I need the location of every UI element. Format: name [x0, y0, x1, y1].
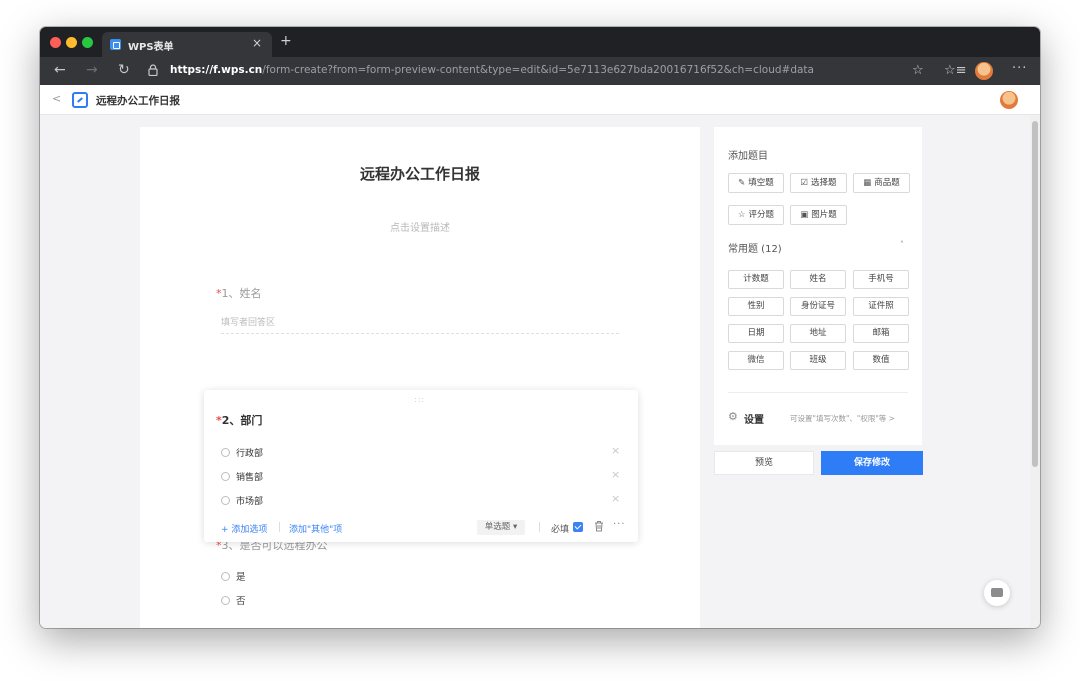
choice-button[interactable]: ☑ 选择题: [790, 173, 847, 193]
common-item-address[interactable]: 地址: [790, 324, 846, 343]
bookmark-star-icon[interactable]: ☆: [912, 63, 924, 78]
common-questions-heading[interactable]: 常用题 (12): [728, 240, 782, 255]
forward-arrow-icon[interactable]: →: [86, 62, 98, 78]
user-avatar[interactable]: [1000, 91, 1018, 109]
option-marketing[interactable]: 市场部: [221, 494, 263, 507]
remove-option-icon[interactable]: ×: [611, 492, 620, 505]
radio-icon: [221, 496, 230, 505]
radio-icon: [221, 472, 230, 481]
browser-menu-icon[interactable]: ···: [1012, 61, 1027, 76]
settings-hint-link[interactable]: 可设置"填写次数"、"权限"等 >: [790, 413, 895, 424]
fill-blank-button[interactable]: ✎ 填空题: [728, 173, 784, 193]
option-no[interactable]: 否: [221, 593, 246, 607]
settings-gear-icon[interactable]: ⚙: [728, 410, 738, 423]
answer-divider: [221, 333, 619, 334]
common-item-id-photo[interactable]: 证件照: [853, 297, 909, 316]
maximize-window-button[interactable]: [82, 37, 93, 48]
question-type-select[interactable]: 单选题 ▾: [477, 520, 525, 535]
scrollbar-thumb[interactable]: [1032, 121, 1038, 467]
preview-button[interactable]: 预览: [714, 451, 814, 475]
option-yes[interactable]: 是: [221, 569, 246, 583]
remove-option-icon[interactable]: ×: [611, 444, 620, 457]
checkbox-icon: ☑: [800, 178, 809, 188]
browser-window: WPS表单 × + ← → ↻ https://f.wps.cn/form-cr…: [40, 27, 1040, 628]
grid-icon: ▦: [863, 178, 872, 188]
favorites-icon[interactable]: ☆≡: [944, 63, 967, 78]
common-item-class[interactable]: 班级: [790, 351, 846, 370]
chat-bubble-icon[interactable]: [984, 580, 1010, 606]
collapse-chevron-icon[interactable]: ˄: [900, 240, 904, 249]
option-admin[interactable]: 行政部: [221, 446, 263, 459]
add-other-option-button[interactable]: 添加"其他"项: [289, 522, 342, 535]
common-item-id-number[interactable]: 身份证号: [790, 297, 846, 316]
divider: [728, 392, 908, 393]
add-option-button[interactable]: + 添加选项: [221, 522, 267, 535]
minimize-window-button[interactable]: [66, 37, 77, 48]
profile-avatar[interactable]: [975, 62, 993, 80]
back-arrow-icon[interactable]: ←: [54, 62, 66, 78]
form-title[interactable]: 远程办公工作日报: [140, 163, 700, 184]
question-1-title[interactable]: *1、姓名: [216, 285, 262, 301]
rating-button[interactable]: ☆ 评分题: [728, 205, 784, 225]
browser-tab[interactable]: WPS表单 ×: [102, 32, 272, 57]
drag-handle-icon[interactable]: :::: [414, 395, 425, 404]
tab-close-icon[interactable]: ×: [252, 36, 262, 50]
common-item-name[interactable]: 姓名: [790, 270, 846, 289]
radio-icon: [221, 595, 230, 605]
trash-icon[interactable]: [594, 520, 604, 532]
common-item-wechat[interactable]: 微信: [728, 351, 784, 370]
option-sales[interactable]: 销售部: [221, 470, 263, 483]
add-question-heading: 添加题目: [728, 151, 768, 162]
app-title: 远程办公工作日报: [96, 95, 180, 107]
back-chevron-icon[interactable]: <: [52, 92, 61, 105]
answer-placeholder: 填写者回答区: [221, 318, 276, 328]
lock-icon: [148, 64, 158, 76]
tab-bar: WPS表单 × +: [40, 27, 1040, 57]
common-item-gender[interactable]: 性别: [728, 297, 784, 316]
common-item-email[interactable]: 邮箱: [853, 324, 909, 343]
divider: [279, 522, 280, 532]
close-window-button[interactable]: [50, 37, 61, 48]
divider: [539, 522, 540, 532]
radio-icon: [221, 448, 230, 457]
radio-icon: [221, 571, 230, 581]
save-button[interactable]: 保存修改: [821, 451, 923, 475]
more-options-icon[interactable]: ···: [613, 519, 626, 530]
form-card: 远程办公工作日报 点击设置描述 *1、姓名 填写者回答区 *3、是否可以远程办公…: [140, 127, 700, 628]
app-header: < 远程办公工作日报: [40, 85, 1040, 115]
settings-label[interactable]: 设置: [744, 411, 764, 426]
required-checkbox[interactable]: [573, 522, 583, 532]
form-description[interactable]: 点击设置描述: [140, 219, 700, 234]
image-button[interactable]: ▣ 图片题: [790, 205, 847, 225]
page-scrollbar[interactable]: [1030, 115, 1040, 628]
new-tab-button[interactable]: +: [280, 33, 292, 49]
common-item-count[interactable]: 计数题: [728, 270, 784, 289]
product-button[interactable]: ▦ 商品题: [853, 173, 910, 193]
wps-favicon-icon: [110, 39, 121, 50]
url-field[interactable]: https://f.wps.cn/form-create?from=form-p…: [170, 64, 814, 76]
image-icon: ▣: [800, 210, 809, 220]
reload-icon[interactable]: ↻: [118, 62, 130, 78]
question-2-editor[interactable]: ::: *2、部门 行政部 × 销售部 × 市场部 × + 添加选项 添加"其他…: [204, 390, 638, 542]
main-content: 远程办公工作日报 点击设置描述 *1、姓名 填写者回答区 *3、是否可以远程办公…: [40, 115, 1030, 628]
question-2-title[interactable]: *2、部门: [216, 412, 262, 428]
question-palette: 添加题目 ✎ 填空题 ☑ 选择题 ▦ 商品题 ☆ 评分题 ▣ 图片题 常用题 (12) ˄…: [714, 127, 922, 445]
editor-toolbar: + 添加选项 添加"其他"项 单选题 ▾ 必填 ···: [221, 519, 631, 536]
common-item-date[interactable]: 日期: [728, 324, 784, 343]
remove-option-icon[interactable]: ×: [611, 468, 620, 481]
pen-icon: ✎: [738, 178, 746, 188]
address-bar: ← → ↻ https://f.wps.cn/form-create?from=…: [40, 57, 1040, 85]
common-item-phone[interactable]: 手机号: [853, 270, 909, 289]
star-icon: ☆: [737, 210, 746, 220]
tab-title: WPS表单: [128, 42, 174, 53]
common-item-number[interactable]: 数值: [853, 351, 909, 370]
required-label: 必填: [551, 525, 570, 535]
form-logo-icon: [72, 92, 88, 108]
